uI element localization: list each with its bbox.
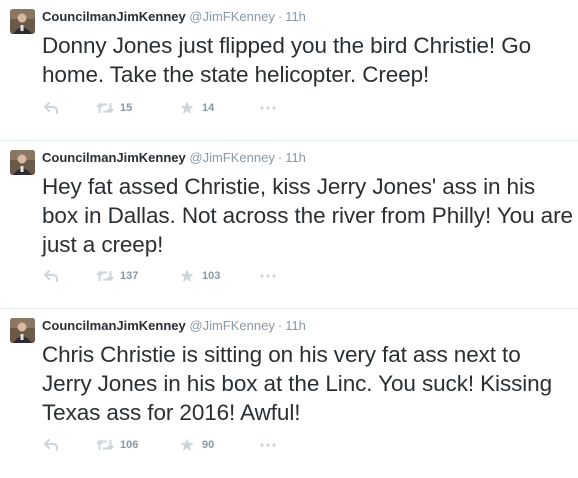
tweet-text: Chris Christie is sitting on his very fa… <box>42 342 552 425</box>
retweet-icon <box>96 103 114 113</box>
author-name[interactable]: CouncilmanJimKenney <box>42 318 186 333</box>
reply-icon <box>44 270 58 282</box>
star-icon <box>180 438 194 451</box>
retweet-icon <box>96 271 114 281</box>
avatar[interactable] <box>10 9 35 34</box>
reply-button[interactable] <box>44 268 58 284</box>
tweet-header: CouncilmanJimKenney @JimFKenney · 11h <box>42 150 306 166</box>
reply-icon <box>44 439 58 451</box>
retweet-icon <box>96 440 114 450</box>
favorite-count: 103 <box>202 270 221 282</box>
author-handle[interactable]: @JimFKenney <box>189 318 274 333</box>
tweet[interactable]: CouncilmanJimKenney @JimFKenney · 11h Donn… <box>0 0 578 141</box>
tweet-text: Hey fat assed Christie, kiss Jerry Jones… <box>42 174 573 257</box>
retweet-count: 137 <box>120 270 139 282</box>
separator: · <box>277 150 283 165</box>
retweet-button[interactable]: 15 <box>96 100 132 116</box>
retweet-count: 106 <box>120 439 139 451</box>
more-button[interactable] <box>260 437 276 453</box>
timestamp[interactable]: 11h <box>285 318 306 333</box>
more-button[interactable] <box>260 100 276 116</box>
star-icon <box>180 269 194 282</box>
avatar[interactable] <box>10 150 35 175</box>
separator: · <box>277 9 283 24</box>
retweet-button[interactable]: 137 <box>96 268 138 284</box>
reply-button[interactable] <box>44 437 58 453</box>
retweet-count: 15 <box>120 102 133 114</box>
favorite-button[interactable]: 90 <box>180 437 214 453</box>
retweet-button[interactable]: 106 <box>96 437 138 453</box>
more-dots-icon <box>260 443 276 447</box>
favorite-button[interactable]: 14 <box>180 100 214 116</box>
more-button[interactable] <box>260 268 276 284</box>
author-name[interactable]: CouncilmanJimKenney <box>42 9 186 24</box>
favorite-count: 14 <box>202 102 215 114</box>
more-dots-icon <box>260 106 276 110</box>
more-dots-icon <box>260 274 276 278</box>
avatar[interactable] <box>10 318 35 343</box>
separator: · <box>277 318 283 333</box>
tweet-text: Donny Jones just flipped you the bird Ch… <box>42 33 532 87</box>
favorite-count: 90 <box>202 439 215 451</box>
tweet-feed: CouncilmanJimKenney @JimFKenney · 11h Donn… <box>0 0 578 478</box>
timestamp[interactable]: 11h <box>285 150 306 165</box>
timestamp[interactable]: 11h <box>285 9 306 24</box>
tweet[interactable]: CouncilmanJimKenney @JimFKenney · 11h Hey … <box>0 141 578 309</box>
author-handle[interactable]: @JimFKenney <box>189 9 274 24</box>
favorite-button[interactable]: 103 <box>180 268 220 284</box>
tweet-header: CouncilmanJimKenney @JimFKenney · 11h <box>42 9 306 25</box>
tweet[interactable]: CouncilmanJimKenney @JimFKenney · 11h Chri… <box>0 309 578 478</box>
author-name[interactable]: CouncilmanJimKenney <box>42 150 186 165</box>
star-icon <box>180 101 194 114</box>
reply-icon <box>44 102 58 114</box>
reply-button[interactable] <box>44 100 58 116</box>
author-handle[interactable]: @JimFKenney <box>189 150 274 165</box>
tweet-header: CouncilmanJimKenney @JimFKenney · 11h <box>42 318 306 334</box>
